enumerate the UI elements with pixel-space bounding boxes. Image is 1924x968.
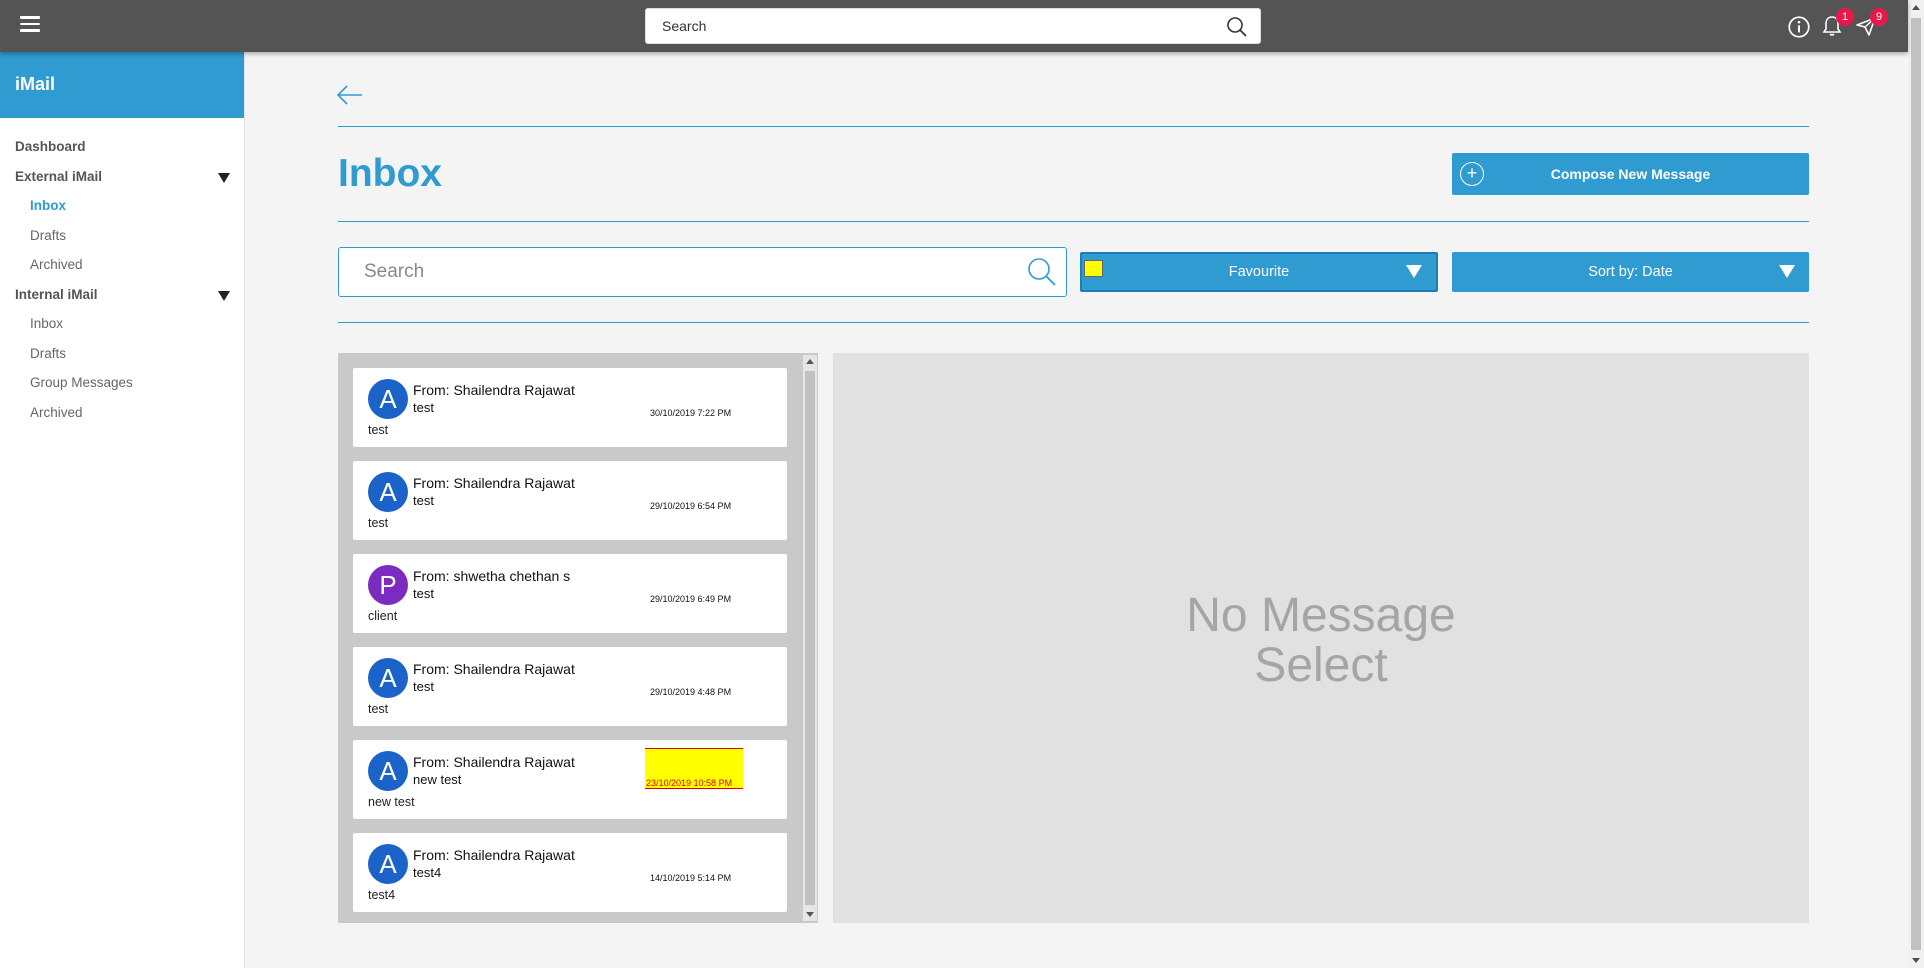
global-search-input[interactable] <box>646 9 1206 43</box>
sidebar-group-external-imail[interactable]: External iMail <box>0 162 244 192</box>
info-icon[interactable] <box>1786 14 1812 40</box>
page-scrollbar[interactable] <box>1908 0 1924 968</box>
hamburger-icon[interactable] <box>20 16 40 32</box>
avatar: A <box>368 844 408 884</box>
search-icon[interactable] <box>1026 256 1058 288</box>
arrow-left-icon[interactable] <box>336 84 364 106</box>
message-preview: test4 <box>368 888 396 902</box>
scroll-thumb[interactable] <box>805 371 815 905</box>
message-search-input[interactable] <box>339 248 999 296</box>
message-preview-panel: No Message Select <box>833 353 1809 923</box>
message-preview: test <box>368 423 389 437</box>
global-search[interactable] <box>645 8 1261 44</box>
message-preview: client <box>368 609 398 623</box>
sidebar-item-external-inbox[interactable]: Inbox <box>0 191 244 221</box>
empty-state-line: No Message <box>1186 589 1456 642</box>
message-subject: test <box>413 586 434 601</box>
sidebar-group-label: External iMail <box>15 168 103 184</box>
empty-state-text: No Message Select <box>833 591 1809 691</box>
sidebar-group-internal-imail[interactable]: Internal iMail <box>0 280 244 310</box>
scroll-up-arrow[interactable] <box>1912 5 1920 10</box>
scroll-thumb[interactable] <box>1911 18 1921 950</box>
message-subject: test <box>413 679 434 694</box>
sort-label: Sort by: Date <box>1588 264 1673 280</box>
top-bar: 1 9 <box>0 0 1908 52</box>
message-subject: test <box>413 400 434 415</box>
message-sender: From: Shailendra Rajawat <box>413 661 575 677</box>
message-preview: test <box>368 702 389 716</box>
divider <box>338 221 1809 222</box>
favourite-filter-label: Favourite <box>1228 264 1290 280</box>
message-date: 30/10/2019 7:22 PM <box>650 408 732 418</box>
app-brand[interactable]: iMail <box>0 52 244 118</box>
message-search[interactable] <box>338 247 1067 297</box>
sidebar: iMail Dashboard External iMail Inbox Dra… <box>0 52 245 968</box>
caret-down-icon <box>1779 265 1795 278</box>
message-sender: From: Shailendra Rajawat <box>413 847 575 863</box>
sidebar-item-dashboard[interactable]: Dashboard <box>0 132 244 162</box>
message-preview: new test <box>368 795 415 809</box>
divider <box>338 322 1809 323</box>
message-date-favourite: 23/10/2019 10:58 PM <box>645 748 743 789</box>
message-date: 29/10/2019 4:48 PM <box>650 687 732 697</box>
caret-down-icon[interactable] <box>218 290 230 301</box>
sidebar-item-internal-inbox[interactable]: Inbox <box>0 309 244 339</box>
caret-down-icon[interactable] <box>218 172 230 183</box>
message-item[interactable]: A From: Shailendra Rajawat test 30/10/20… <box>353 368 787 447</box>
sidebar-item-external-archived[interactable]: Archived <box>0 250 244 280</box>
sidebar-item-group-messages[interactable]: Group Messages <box>0 368 244 398</box>
sort-dropdown[interactable]: Sort by: Date <box>1452 252 1809 292</box>
message-sender: From: Shailendra Rajawat <box>413 754 575 770</box>
message-sender: From: shwetha chethan s <box>413 568 571 584</box>
message-item-favourite[interactable]: A From: Shailendra Rajawat new test 23/1… <box>353 740 787 819</box>
avatar: A <box>368 472 408 512</box>
compose-label: Compose New Message <box>1550 166 1711 182</box>
message-date: 29/10/2019 6:54 PM <box>650 501 732 511</box>
sidebar-item-internal-archived[interactable]: Archived <box>0 398 244 428</box>
search-icon[interactable] <box>1226 16 1248 38</box>
message-list-scrollbar[interactable] <box>803 355 817 921</box>
page-title: Inbox <box>338 152 442 195</box>
message-item[interactable]: A From: Shailendra Rajawat test 29/10/20… <box>353 461 787 540</box>
message-subject: test4 <box>413 865 442 880</box>
avatar: A <box>368 658 408 698</box>
sidebar-item-internal-drafts[interactable]: Drafts <box>0 339 244 369</box>
message-sender: From: Shailendra Rajawat <box>413 382 575 398</box>
avatar: P <box>368 565 408 605</box>
message-sender: From: Shailendra Rajawat <box>413 475 575 491</box>
plus-circle-icon: + <box>1460 162 1484 186</box>
scroll-down-arrow[interactable] <box>806 912 814 917</box>
sidebar-item-external-drafts[interactable]: Drafts <box>0 221 244 251</box>
message-item[interactable]: A From: Shailendra Rajawat test 29/10/20… <box>353 647 787 726</box>
message-item[interactable]: A From: Shailendra Rajawat test4 14/10/2… <box>353 833 787 912</box>
caret-down-icon <box>1406 265 1422 278</box>
message-date: 29/10/2019 6:49 PM <box>650 594 732 604</box>
notifications-button[interactable]: 1 <box>1820 8 1854 40</box>
message-subject: new test <box>413 772 462 787</box>
message-preview: test <box>368 516 389 530</box>
compose-button[interactable]: + Compose New Message <box>1452 153 1809 195</box>
divider <box>338 126 1809 127</box>
avatar: A <box>368 379 408 419</box>
message-badge: 9 <box>1870 8 1888 26</box>
scroll-down-arrow[interactable] <box>1912 958 1920 963</box>
sidebar-group-label: Internal iMail <box>15 286 98 302</box>
favourite-filter-dropdown[interactable]: Favourite <box>1080 252 1438 292</box>
scroll-up-arrow[interactable] <box>806 359 814 364</box>
message-date: 14/10/2019 5:14 PM <box>650 873 732 883</box>
messages-button[interactable]: 9 <box>1854 8 1888 40</box>
message-subject: test <box>413 493 434 508</box>
message-item[interactable]: P From: shwetha chethan s test 29/10/201… <box>353 554 787 633</box>
favourite-color-swatch <box>1084 260 1103 277</box>
avatar: A <box>368 751 408 791</box>
notification-badge: 1 <box>1836 8 1854 26</box>
empty-state-line: Select <box>1254 639 1388 692</box>
sidebar-nav: Dashboard External iMail Inbox Drafts Ar… <box>0 118 244 427</box>
